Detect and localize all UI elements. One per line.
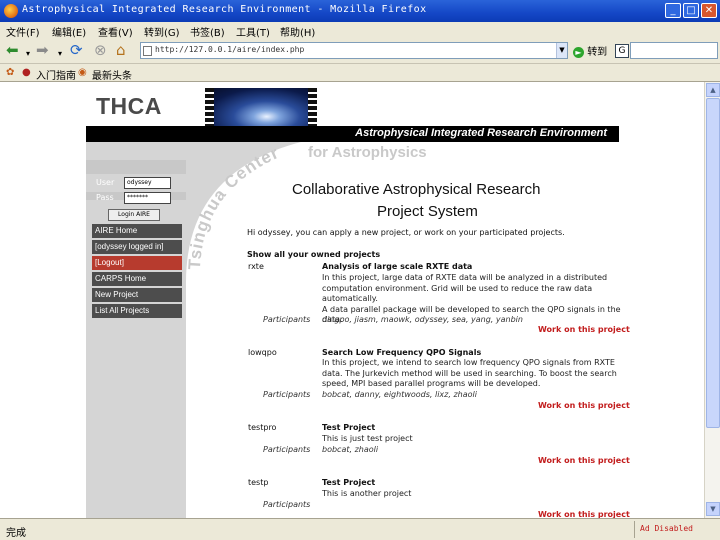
work-on-project-link[interactable]: Work on this project	[538, 325, 630, 334]
project-description-line: This is another project	[322, 489, 412, 498]
thca-logo: THCA	[96, 93, 162, 119]
reload-icon[interactable]: ⟳	[70, 42, 83, 58]
project-description-line: In this project, large data of RXTE data…	[322, 273, 608, 282]
project-title: Test Project	[322, 478, 376, 487]
search-engine-icon[interactable]: G	[615, 44, 629, 58]
project-title: Analysis of large scale RXTE data	[322, 262, 473, 271]
scroll-up-icon[interactable]: ▲	[706, 83, 720, 97]
menu-bookmarks[interactable]: 书签(B)	[190, 24, 225, 39]
pass-label: Pass	[96, 193, 114, 202]
user-field[interactable]: odyssey	[124, 177, 171, 189]
project-description-line: In this project, we intend to search low…	[322, 358, 615, 367]
stop-icon[interactable]: ⊗	[94, 42, 107, 58]
banner-bar: Astrophysical Integrated Research Enviro…	[86, 126, 619, 142]
menu-view[interactable]: 查看(V)	[98, 24, 133, 39]
project-id: testpro	[248, 423, 277, 432]
project-title: Search Low Frequency QPO Signals	[322, 348, 482, 357]
page-heading-line2: Project System	[377, 203, 478, 220]
menu-go[interactable]: 转到(G)	[144, 24, 180, 39]
status-bar: 完成 Ad Disabled	[0, 518, 720, 540]
title-bar: Astrophysical Integrated Research Enviro…	[0, 0, 720, 22]
participants-list: bobcat, zhaoli	[322, 445, 379, 454]
status-divider	[634, 521, 635, 538]
page-heading-line1: Collaborative Astrophysical Research	[292, 181, 541, 198]
work-on-project-link[interactable]: Work on this project	[538, 510, 630, 518]
nav-new-project[interactable]: New Project	[92, 288, 182, 302]
home-icon[interactable]: ⌂	[116, 42, 126, 58]
window-title: Astrophysical Integrated Research Enviro…	[22, 4, 427, 15]
url-text: http://127.0.0.1/aire/index.php	[155, 45, 305, 54]
nav-logged-in-status: [odyssey logged in]	[92, 240, 182, 254]
vertical-scrollbar[interactable]: ▲ ▼	[704, 82, 720, 518]
maximize-button[interactable]: □	[683, 3, 699, 18]
page-content: THCA Astrophysical Integrated Research E…	[0, 82, 704, 518]
browser-window: Astrophysical Integrated Research Enviro…	[0, 0, 720, 540]
go-arrow-icon: ►	[573, 46, 584, 58]
project-description: This is just test project	[322, 434, 622, 445]
participants-list: dingpo, jiasm, maowk, odyssey, sea, yang…	[322, 315, 523, 324]
bookmark-icon: ✿	[6, 67, 15, 78]
nav-carps-home[interactable]: CARPS Home	[92, 272, 182, 286]
project-description-line: speed, MPI based parallel programs will …	[322, 379, 541, 388]
menu-edit[interactable]: 编辑(E)	[52, 24, 86, 39]
menu-tools[interactable]: 工具(T)	[236, 24, 270, 39]
go-button[interactable]: ► 转到	[573, 43, 607, 58]
panel-band	[86, 160, 186, 174]
bookmark-latest-headlines[interactable]: 最新头条	[92, 67, 132, 82]
work-on-project-link[interactable]: Work on this project	[538, 456, 630, 465]
work-on-project-link[interactable]: Work on this project	[538, 401, 630, 410]
project-description-line: computation environment. Grid will be us…	[322, 283, 593, 304]
project-id: lowqpo	[248, 348, 277, 357]
scrollbar-thumb[interactable]	[706, 98, 720, 428]
bookmark-getting-started[interactable]: 入门指南	[36, 67, 76, 82]
project-id: rxte	[248, 262, 264, 271]
bookmark-icon: ●	[22, 67, 31, 78]
menu-help[interactable]: 帮助(H)	[280, 24, 315, 39]
go-label: 转到	[587, 47, 608, 58]
scroll-down-icon[interactable]: ▼	[706, 502, 720, 516]
project-description-line: data. The Jurkevich method will be used …	[322, 368, 617, 378]
for-astrophysics-text: for Astrophysics	[308, 144, 427, 161]
participants-list: bobcat, danny, eightwoods, lixz, zhaoli	[322, 390, 477, 399]
password-field[interactable]: *******	[124, 192, 171, 204]
show-all-heading: Show all your owned projects	[247, 250, 381, 259]
project-description: In this project, we intend to search low…	[322, 358, 622, 390]
tsinghua-arc: Tsinghua Center	[186, 142, 301, 282]
page-icon	[143, 46, 152, 56]
forward-dropdown-icon[interactable]: ▾	[58, 46, 62, 62]
project-description-line: A data parallel package will be develope…	[322, 304, 621, 314]
menu-bar: 文件(F) 编辑(E) 查看(V) 转到(G) 书签(B) 工具(T) 帮助(H…	[0, 22, 720, 39]
banner-title: Astrophysical Integrated Research Enviro…	[355, 127, 607, 139]
user-label: User	[96, 178, 115, 187]
nav-list-all-projects[interactable]: List All Projects	[92, 304, 182, 318]
back-arrow-icon[interactable]: ⬅	[6, 42, 19, 58]
back-dropdown-icon[interactable]: ▾	[26, 46, 30, 62]
url-dropdown-icon[interactable]: ▼	[556, 43, 567, 58]
firefox-icon	[4, 4, 18, 18]
participants-label: Participants	[263, 315, 311, 324]
intro-text: Hi odyssey, you can apply a new project,…	[247, 228, 565, 237]
participants-label: Participants	[263, 390, 311, 399]
participants-label: Participants	[263, 445, 311, 454]
url-input[interactable]: http://127.0.0.1/aire/index.php	[140, 42, 568, 59]
search-input[interactable]: G	[615, 42, 718, 59]
project-id: testp	[248, 478, 269, 487]
forward-arrow-icon[interactable]: ➡	[36, 42, 49, 58]
adblock-status[interactable]: Ad Disabled	[640, 524, 693, 533]
rss-icon: ◉	[78, 67, 87, 78]
login-button[interactable]: Login AIRE	[108, 209, 160, 221]
minimize-button[interactable]: _	[665, 3, 681, 18]
project-description-line: This is just test project	[322, 434, 413, 443]
close-button[interactable]: ✕	[701, 3, 717, 18]
status-text: 完成	[6, 528, 26, 539]
menu-file[interactable]: 文件(F)	[6, 24, 40, 39]
project-title: Test Project	[322, 423, 376, 432]
nav-logout[interactable]: [Logout]	[92, 256, 182, 270]
project-description: This is another project	[322, 489, 622, 500]
bookmarks-toolbar: ✿ ● 入门指南 ◉ 最新头条	[0, 65, 720, 82]
nav-aire-home[interactable]: AIRE Home	[92, 224, 182, 238]
participants-label: Participants	[263, 500, 311, 509]
